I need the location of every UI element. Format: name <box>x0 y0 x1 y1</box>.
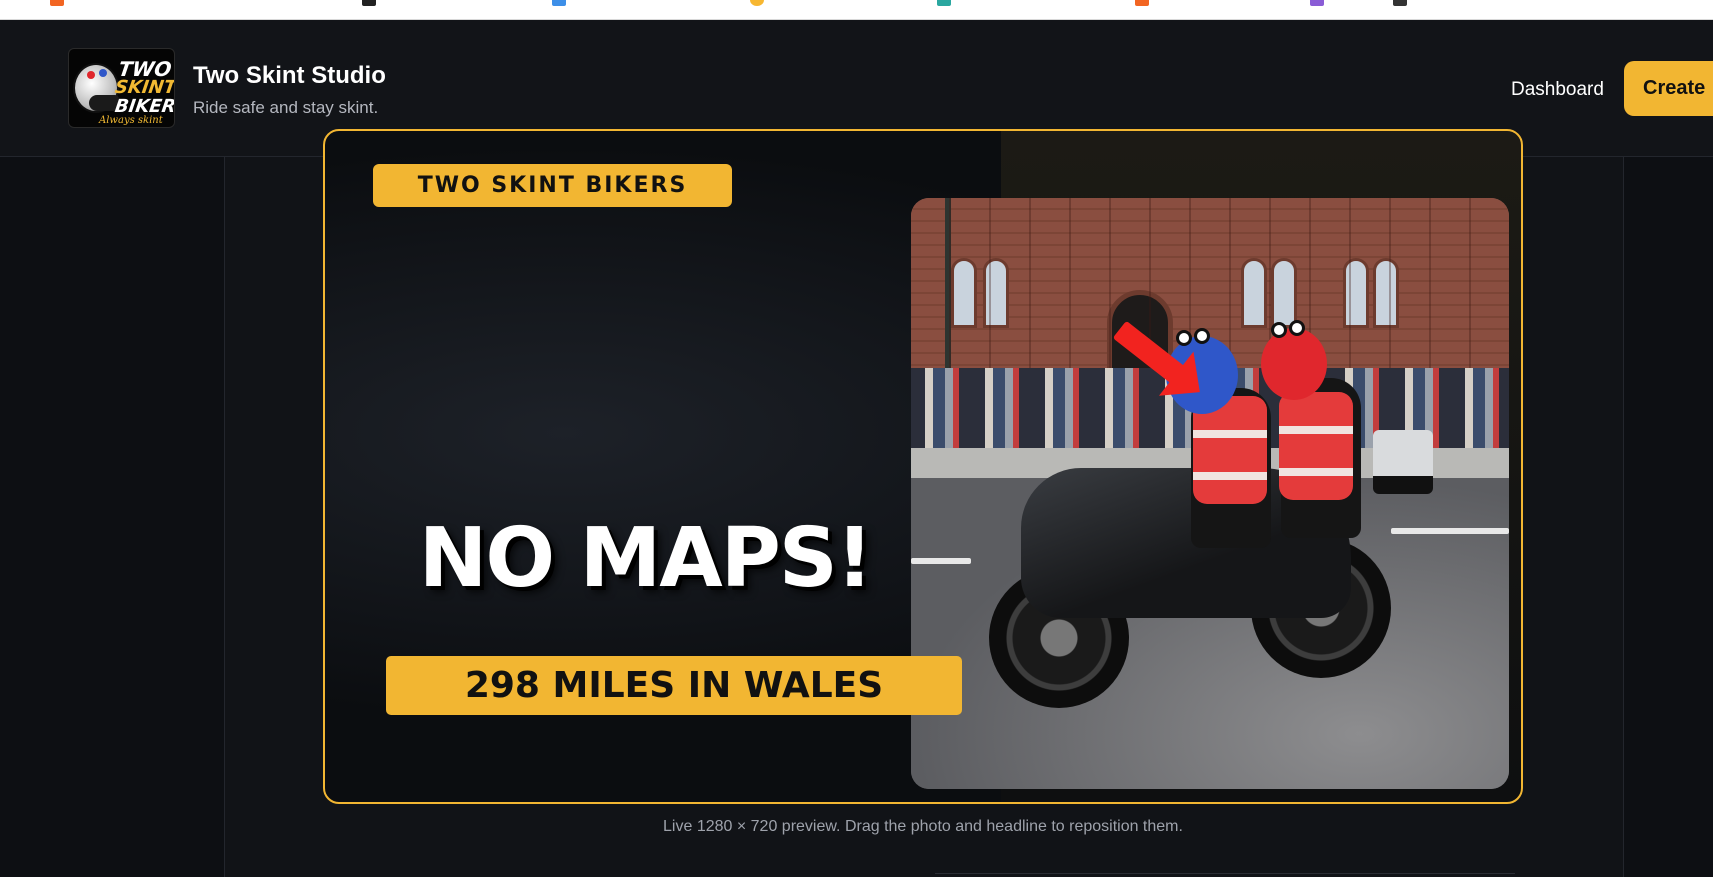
bookmark-icon[interactable] <box>50 0 64 6</box>
thumbnail-canvas: TWO SKINT BIKERS NO MAPS! 298 MILES IN W… <box>323 129 1523 804</box>
bookmark-icon[interactable] <box>1393 0 1407 6</box>
browser-bookmarks-bar <box>0 0 1713 20</box>
draggable-headline[interactable]: NO MAPS! <box>415 511 875 606</box>
nav-dashboard-link[interactable]: Dashboard <box>1511 79 1604 101</box>
preview-caption: Live 1280 × 720 preview. Drag the photo … <box>663 818 1183 835</box>
logo-text-two: TWO <box>116 57 174 81</box>
brand-title: Two Skint Studio <box>193 62 386 89</box>
bookmark-icon[interactable] <box>750 0 764 6</box>
draggable-photo[interactable] <box>911 198 1509 789</box>
channel-badge: TWO SKINT BIKERS <box>373 164 732 207</box>
channel-logo[interactable]: TWO SKINT BIKERS Always skint <box>68 48 175 128</box>
logo-text-skint: SKINT <box>113 77 175 98</box>
brand-tagline: Ride safe and stay skint. <box>193 98 379 117</box>
bookmark-icon[interactable] <box>1310 0 1324 6</box>
bookmark-icon[interactable] <box>552 0 566 6</box>
subtitle-bar: 298 MILES IN WALES <box>386 656 962 715</box>
bookmark-icon[interactable] <box>362 0 376 6</box>
create-button[interactable]: Create <box>1624 61 1713 116</box>
bookmark-icon[interactable] <box>937 0 951 6</box>
logo-text-bikers: BIKERS <box>113 96 175 117</box>
helmet-icon <box>73 63 119 113</box>
bookmark-icon[interactable] <box>1135 0 1149 6</box>
logo-text-always-skint: Always skint <box>99 115 163 126</box>
divider <box>935 873 1515 874</box>
photo-red-helmet <box>1261 320 1327 400</box>
